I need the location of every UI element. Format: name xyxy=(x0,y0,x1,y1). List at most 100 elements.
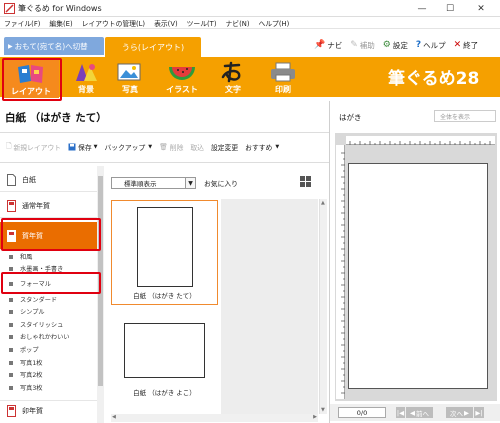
chevron-right-icon: ▶ xyxy=(464,408,469,417)
ribbon-illustration-button[interactable]: イラスト xyxy=(158,58,206,96)
help-label: ヘルプ xyxy=(423,40,446,50)
exit-x-icon: ✕ xyxy=(453,40,462,50)
template-card-landscape[interactable]: 白紙 （はがき よこ） xyxy=(111,315,218,415)
grid-view-icon[interactable] xyxy=(300,176,311,187)
subcategory-item[interactable]: 写真2枚 xyxy=(0,369,97,380)
last-page-icon: ▶| xyxy=(475,408,483,417)
subcategory-item[interactable]: おしゃれかわいい xyxy=(0,331,97,342)
menu-navi[interactable]: ナビ(N) xyxy=(225,18,249,28)
photo-icon xyxy=(114,61,146,83)
arrow-down-icon[interactable]: ▼ xyxy=(321,407,325,413)
settings-link[interactable]: ⚙ 設定 xyxy=(383,40,408,51)
exit-label: 終了 xyxy=(463,40,479,50)
menu-edit[interactable]: 編集(E) xyxy=(49,18,72,28)
subcategory-label: ポップ xyxy=(20,347,39,354)
last-page-button[interactable]: ▶| xyxy=(474,407,484,418)
card-icon xyxy=(7,404,16,417)
template-horizontal-scrollbar[interactable]: ◀ ▶ xyxy=(111,414,318,422)
subcategory-item[interactable]: ポップ xyxy=(0,344,97,355)
assist-link[interactable]: ✎ 補助 xyxy=(350,40,375,51)
new-layout-label: 新規レイアウト xyxy=(13,144,62,152)
menu-view[interactable]: 表示(V) xyxy=(154,18,178,28)
template-vertical-scrollbar[interactable]: ▲ ▼ xyxy=(319,199,327,414)
divider xyxy=(0,162,329,163)
card-icon xyxy=(7,199,16,212)
minimize-button[interactable]: — xyxy=(408,0,436,17)
chevron-down-icon: ▼ xyxy=(148,144,153,150)
sort-dropdown-button[interactable]: ▼ xyxy=(186,177,196,189)
layout-toolbar: 🗋 新規レイアウト 保存 ▼ バックアップ ▼ 🗑 削除 取込 設定変更 おすす… xyxy=(6,140,286,154)
arrow-up-icon[interactable]: ▲ xyxy=(321,200,325,206)
navi-link[interactable]: 📌 ナビ xyxy=(314,40,342,51)
template-caption: 白紙 （はがき よこ） xyxy=(133,389,196,397)
ribbon-print-label: 印刷 xyxy=(275,85,291,94)
recommended-label: おすすめ xyxy=(245,144,273,152)
template-card-portrait[interactable]: 白紙 （はがき たて） xyxy=(111,200,218,305)
prev-page-button[interactable]: ◀ 前へ xyxy=(406,407,433,418)
subcategory-item[interactable]: スタイリッシュ xyxy=(0,319,97,330)
delete-button[interactable]: 🗑 削除 xyxy=(159,142,183,152)
subcategory-label: シンプル xyxy=(20,309,45,316)
import-button[interactable]: 取込 xyxy=(190,142,204,152)
subcategory-item[interactable]: 和風 xyxy=(0,251,97,262)
sort-select[interactable]: 標準順表示 xyxy=(111,177,186,189)
window-title: 筆ぐるめ for Windows xyxy=(18,3,102,13)
category-blank[interactable]: 白紙 xyxy=(0,168,97,192)
menu-file[interactable]: ファイル(F) xyxy=(4,18,40,28)
gear-icon: ⚙ xyxy=(382,40,391,50)
subcategory-label: 和風 xyxy=(20,254,33,261)
subcategory-item[interactable]: シンプル xyxy=(0,306,97,317)
help-link[interactable]: ? ヘルプ xyxy=(416,40,446,51)
backup-button[interactable]: バックアップ ▼ xyxy=(105,142,153,152)
first-page-button[interactable]: |◀ xyxy=(396,407,405,418)
next-page-button[interactable]: 次へ ▶ xyxy=(446,407,473,418)
top-links: 📌 ナビ ✎ 補助 ⚙ 設定 ? ヘルプ ✕ 終了 xyxy=(314,38,486,52)
highlight-ga-nenga xyxy=(1,218,101,251)
category-normal-nenga-label: 通常年賀 xyxy=(22,201,50,210)
new-layout-button[interactable]: 🗋 新規レイアウト xyxy=(6,142,61,153)
save-button[interactable]: 保存 ▼ xyxy=(68,142,98,152)
category-list: 白紙 通常年賀 賀年賀 和風 水墨画・手書き フォーマル スタンダード シンプル… xyxy=(0,166,103,423)
delete-label: 削除 xyxy=(169,144,184,152)
category-normal-nenga[interactable]: 通常年賀 xyxy=(0,194,97,218)
bullet-icon xyxy=(9,322,13,327)
sort-value: 標準順表示 xyxy=(124,180,157,188)
arrow-left-icon[interactable]: ◀ xyxy=(112,414,116,420)
favorites-filter[interactable]: お気に入り xyxy=(204,178,238,188)
category-scrollbar[interactable] xyxy=(97,166,104,423)
watermelon-icon xyxy=(166,61,198,83)
zoom-select[interactable]: 全体を表示 xyxy=(434,110,496,122)
subcategory-label: 写真3枚 xyxy=(20,385,43,392)
menu-help[interactable]: ヘルプ(H) xyxy=(258,18,289,28)
prev-label: 前へ xyxy=(416,409,429,418)
subcategory-label: スタンダード xyxy=(20,297,58,304)
bullet-icon xyxy=(9,372,13,377)
menu-tools[interactable]: ツール(T) xyxy=(187,18,217,28)
ribbon-background-button[interactable]: 背景 xyxy=(62,58,110,96)
maximize-button[interactable]: ☐ xyxy=(436,0,464,17)
tab-back-layout[interactable]: うら(レイアウト) xyxy=(105,37,201,57)
bullet-icon xyxy=(9,254,13,259)
ribbon-photo-button[interactable]: 写真 xyxy=(106,58,154,96)
subcategory-item[interactable]: 写真1枚 xyxy=(0,357,97,368)
template-empty-area xyxy=(221,199,318,414)
backup-label: バックアップ xyxy=(104,144,146,152)
category-rabbit-nenga[interactable]: 卯年賀 xyxy=(0,400,97,420)
subcategory-item[interactable]: スタンダード xyxy=(0,294,97,305)
exit-link[interactable]: ✕ 終了 xyxy=(454,40,479,51)
recommended-button[interactable]: おすすめ ▼ xyxy=(245,142,279,152)
change-settings-button[interactable]: 設定変更 xyxy=(211,142,238,152)
arrow-right-icon[interactable]: ▶ xyxy=(313,414,317,420)
menu-layout-manage[interactable]: レイアウトの管理(L) xyxy=(82,18,145,28)
ribbon-text-button[interactable]: 文字 xyxy=(209,58,257,96)
chevron-left-icon: ◀ xyxy=(410,408,415,417)
printer-icon xyxy=(267,61,299,83)
subcategory-label: おしゃれかわいい xyxy=(20,334,70,341)
tab-front-address[interactable]: ▶ おもて(宛て名)へ切替 xyxy=(4,37,104,55)
ribbon-background-label: 背景 xyxy=(78,85,94,94)
close-button[interactable]: ✕ xyxy=(467,0,495,17)
ribbon-print-button[interactable]: 印刷 xyxy=(259,58,307,96)
question-icon: ? xyxy=(415,40,422,50)
subcategory-item[interactable]: 写真3枚 xyxy=(0,382,97,393)
floppy-icon xyxy=(68,143,76,151)
